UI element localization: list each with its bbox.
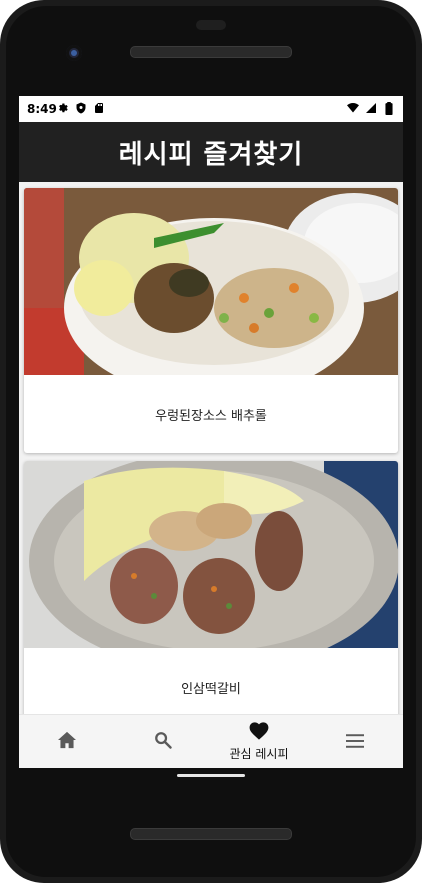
home-icon	[57, 731, 77, 753]
recipe-card[interactable]: 우렁된장소스 배추롤	[24, 188, 398, 453]
recipe-photo	[24, 461, 398, 648]
recipe-photo	[24, 188, 398, 375]
front-camera	[66, 45, 82, 61]
settings-icon	[57, 102, 69, 114]
nav-favorites[interactable]: 관심 레시피	[211, 715, 307, 768]
bottom-navigation: 관심 레시피	[19, 714, 403, 768]
search-icon	[154, 731, 172, 753]
nav-search[interactable]	[115, 715, 211, 768]
top-speaker-grille	[130, 46, 292, 58]
nav-menu[interactable]	[307, 715, 403, 768]
earpiece	[196, 20, 226, 30]
menu-icon	[346, 733, 364, 752]
status-time: 8:49	[27, 102, 57, 116]
wifi-icon	[347, 102, 359, 114]
sd-card-icon	[93, 102, 105, 114]
recipe-name: 우렁된장소스 배추롤	[155, 408, 267, 424]
app-bar: 레시피 즐겨찾기	[19, 122, 403, 182]
page-title: 레시피 즐겨찾기	[118, 139, 304, 170]
heart-icon	[249, 722, 269, 744]
signal-icon	[365, 102, 377, 114]
nav-home[interactable]	[19, 715, 115, 768]
app-screen: 8:49 레시피 즐겨찾기 우렁된장소스 배추롤 인삼떡갈비 관심 레시피	[19, 96, 403, 768]
recipe-name: 인삼떡갈비	[181, 681, 241, 697]
recipe-card[interactable]: 인삼떡갈비	[24, 461, 398, 714]
home-gesture-bar[interactable]	[177, 774, 245, 777]
phone-frame: 8:49 레시피 즐겨찾기 우렁된장소스 배추롤 인삼떡갈비 관심 레시피	[0, 0, 422, 883]
nav-favorites-label: 관심 레시피	[229, 747, 289, 761]
status-bar: 8:49	[19, 96, 403, 122]
recipe-list[interactable]: 우렁된장소스 배추롤 인삼떡갈비	[19, 182, 403, 714]
bottom-speaker-grille	[130, 828, 292, 840]
battery-icon	[383, 101, 395, 115]
shield-icon	[75, 102, 87, 114]
